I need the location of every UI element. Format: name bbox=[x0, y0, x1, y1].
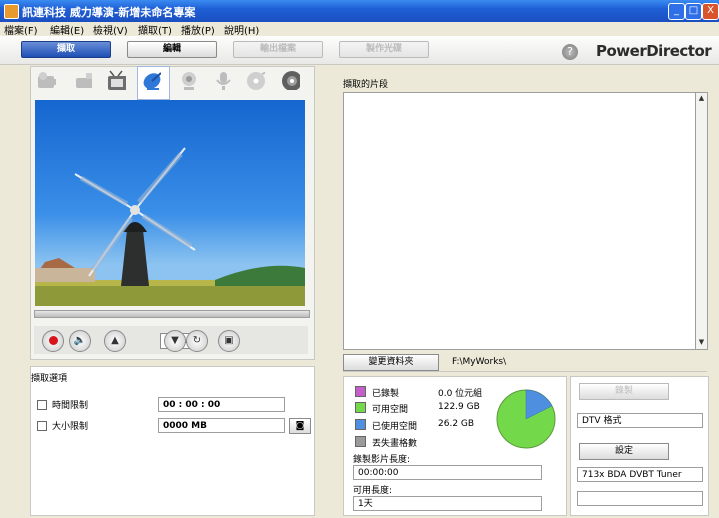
free-space-value: 122.9 GB bbox=[438, 402, 480, 412]
satellite-dish-icon[interactable] bbox=[141, 70, 161, 90]
captured-clips-label: 擷取的片段 bbox=[343, 80, 389, 90]
edit-mode-button[interactable]: 編輯 bbox=[127, 41, 217, 58]
mute-button[interactable]: 🔈 bbox=[69, 330, 91, 352]
record-button-disabled[interactable]: 錄製 bbox=[579, 383, 669, 400]
used-space-label: 已使用空間 bbox=[372, 422, 418, 432]
speaker-icon: 🔈 bbox=[73, 335, 87, 346]
triangle-up-icon: ▲ bbox=[111, 335, 119, 346]
size-limit-label: 大小限制 bbox=[52, 422, 89, 432]
menu-edit[interactable]: 編輯(E) bbox=[50, 22, 84, 37]
disk-usage-pie bbox=[496, 389, 556, 449]
available-length-field: 1天 bbox=[353, 496, 542, 511]
snapshot-button[interactable]: ◙ bbox=[289, 418, 311, 434]
channel-scan-button[interactable]: ↻ bbox=[186, 330, 208, 352]
record-icon bbox=[48, 336, 58, 345]
record-length-field: 00:00:00 bbox=[353, 465, 542, 480]
dropped-frames-swatch bbox=[355, 436, 366, 447]
dropped-frames-label: 丟失畫格數 bbox=[372, 439, 418, 449]
triangle-down-icon: ▼ bbox=[171, 335, 179, 346]
size-limit-checkbox[interactable] bbox=[37, 421, 47, 431]
app-icon bbox=[4, 4, 19, 19]
recorded-value: 0.0 位元組 bbox=[438, 389, 483, 399]
size-limit-field[interactable]: 0000 MB bbox=[158, 418, 285, 433]
microphone-icon[interactable] bbox=[211, 70, 231, 90]
capture-controls: 🔈 ▲ 001 ▼ ↻ ▣ bbox=[34, 326, 308, 354]
scroll-down-icon[interactable]: ▼ bbox=[696, 337, 707, 348]
dv-camcorder-icon[interactable] bbox=[36, 70, 56, 90]
recorded-label: 已錄製 bbox=[372, 389, 400, 399]
seek-bar[interactable] bbox=[34, 310, 310, 318]
record-length-label: 錄製影片長度: bbox=[353, 455, 411, 465]
refresh-icon: ↻ bbox=[192, 335, 202, 346]
window-title: 訊連科技 威力導演-新增未命名專案 bbox=[22, 6, 196, 19]
folder-path: F:\MyWorks\ bbox=[452, 357, 507, 367]
hdv-camcorder-icon[interactable] bbox=[72, 70, 92, 90]
menu-play[interactable]: 播放(P) bbox=[181, 22, 215, 37]
camera-icon: ◙ bbox=[295, 421, 305, 431]
tv-icon[interactable] bbox=[106, 70, 126, 90]
capture-options-panel: 擷取選項 時間限制 00 : 00 : 00 大小限制 0000 MB ◙ bbox=[30, 366, 315, 516]
tv-small-icon: ▣ bbox=[224, 335, 234, 346]
help-icon[interactable]: ? bbox=[562, 44, 578, 60]
menu-bar: 檔案(F) 編輯(E) 檢視(V) 擷取(T) 播放(P) 說明(H) bbox=[0, 22, 719, 37]
video-preview bbox=[35, 100, 305, 306]
channel-up-button[interactable]: ▲ bbox=[104, 330, 126, 352]
change-folder-button[interactable]: 變更資料夾 bbox=[343, 354, 439, 371]
maximize-button[interactable]: □ bbox=[685, 3, 702, 20]
free-space-swatch bbox=[355, 402, 366, 413]
webcam-icon[interactable] bbox=[177, 70, 197, 90]
free-space-label: 可用空間 bbox=[372, 405, 409, 415]
menu-file[interactable]: 檔案(F) bbox=[4, 22, 38, 37]
menu-help[interactable]: 說明(H) bbox=[224, 22, 259, 37]
settings-button[interactable]: 設定 bbox=[579, 443, 669, 460]
dvd-icon[interactable] bbox=[280, 70, 300, 90]
scroll-up-icon[interactable]: ▲ bbox=[696, 93, 707, 104]
capture-options-title: 擷取選項 bbox=[31, 374, 68, 384]
record-button[interactable] bbox=[42, 330, 64, 352]
close-button[interactable]: X bbox=[702, 3, 719, 20]
minimize-button[interactable]: _ bbox=[668, 3, 685, 20]
capture-mode-button[interactable]: 擷取 bbox=[21, 41, 111, 58]
channel-down-button[interactable]: ▼ bbox=[164, 330, 186, 352]
time-limit-checkbox[interactable] bbox=[37, 400, 47, 410]
time-limit-label: 時間限制 bbox=[52, 401, 89, 411]
mode-toolbar: 擷取 編輯 輸出檔案 製作光碟 ? PowerDirector bbox=[0, 36, 719, 65]
cd-audio-icon[interactable] bbox=[245, 70, 265, 90]
brand-logo: PowerDirector bbox=[596, 42, 712, 60]
title-bar: 訊連科技 威力導演-新增未命名專案 _ □ X bbox=[0, 0, 719, 22]
used-space-swatch bbox=[355, 419, 366, 430]
capture-format-field: DTV 格式 bbox=[577, 413, 703, 428]
tv-signal-button[interactable]: ▣ bbox=[218, 330, 240, 352]
used-space-value: 26.2 GB bbox=[438, 419, 475, 429]
disk-info-panel: 已錄製 0.0 位元組 可用空間 122.9 GB 已使用空間 26.2 GB … bbox=[343, 376, 567, 516]
capture-settings-panel: 錄製 DTV 格式 設定 713x BDA DVBT Tuner bbox=[570, 376, 709, 516]
time-limit-field[interactable]: 00 : 00 : 00 bbox=[158, 397, 285, 412]
tuner-device-field: 713x BDA DVBT Tuner bbox=[577, 467, 703, 482]
burn-disc-button[interactable]: 製作光碟 bbox=[339, 41, 429, 58]
available-length-label: 可用長度: bbox=[353, 486, 393, 496]
menu-view[interactable]: 檢視(V) bbox=[93, 22, 128, 37]
captured-clips-list[interactable] bbox=[343, 92, 697, 350]
recorded-swatch bbox=[355, 386, 366, 397]
clips-scrollbar[interactable]: ▲ ▼ bbox=[695, 92, 708, 350]
windmill-preview-image bbox=[35, 147, 305, 306]
menu-capture[interactable]: 擷取(T) bbox=[138, 22, 172, 37]
extra-info-field bbox=[577, 491, 703, 506]
produce-mode-button[interactable]: 輸出檔案 bbox=[233, 41, 323, 58]
